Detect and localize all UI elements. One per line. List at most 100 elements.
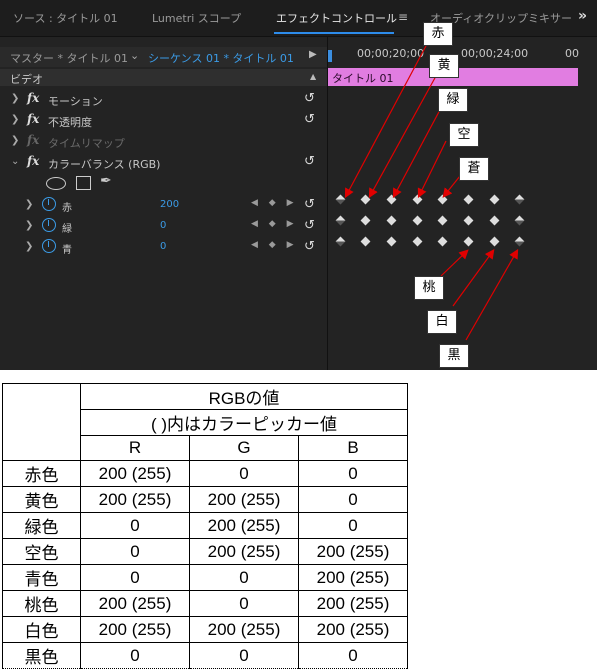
param-row-red[interactable]: ❯ 赤 200 ◀ ◆ ▶ ↺ <box>0 196 327 216</box>
chevron-right-icon[interactable]: ❯ <box>11 135 19 146</box>
tab-lumetri-scopes[interactable]: Lumetri スコープ <box>152 10 241 26</box>
keyframe-diamond[interactable] <box>489 215 500 226</box>
fx-icon[interactable]: fx <box>27 154 39 168</box>
tab-menu-icon[interactable]: ≡ <box>398 10 408 24</box>
column-header-r: R <box>80 435 190 461</box>
table-title: RGBの値 <box>80 383 408 410</box>
keyframe-diamond[interactable] <box>463 215 474 226</box>
keyframe-diamond[interactable] <box>335 236 346 247</box>
cell-value-r: 0 <box>80 512 190 539</box>
keyframe-diamond[interactable] <box>360 194 371 205</box>
stopwatch-icon[interactable] <box>42 218 56 232</box>
effect-row-time-remap[interactable]: ❯ fx タイムリマップ <box>0 132 327 152</box>
keyframe-nav[interactable]: ◀ ◆ ▶ <box>251 219 298 229</box>
column-header-g: G <box>189 435 299 461</box>
param-row-green[interactable]: ❯ 緑 0 ◀ ◆ ▶ ↺ <box>0 217 327 237</box>
tab-source[interactable]: ソース : タイトル 01 <box>13 10 118 26</box>
keyframe-diamond[interactable] <box>335 215 346 226</box>
chevron-down-icon[interactable]: ⌄ <box>130 49 139 62</box>
cell-value-b: 0 <box>298 642 408 669</box>
keyframe-nav[interactable]: ◀ ◆ ▶ <box>251 240 298 250</box>
keyframe-diamond[interactable] <box>360 215 371 226</box>
param-value[interactable]: 0 <box>160 220 166 231</box>
keyframe-diamond[interactable] <box>514 236 525 247</box>
keyframe-diamond[interactable] <box>412 215 423 226</box>
reset-icon[interactable]: ↺ <box>304 154 315 169</box>
chevron-right-icon[interactable]: ❯ <box>25 220 33 231</box>
param-value[interactable]: 0 <box>160 241 166 252</box>
sequence-clip-label[interactable]: シーケンス 01 * タイトル 01 <box>148 50 294 66</box>
callout-sky: 空 <box>449 123 479 147</box>
timeline-ruler[interactable]: 00;00;20;00 00;00;24;00 00 <box>327 40 597 67</box>
keyframe-diamond[interactable] <box>514 194 525 205</box>
pen-mask-icon[interactable]: ✒ <box>100 173 112 189</box>
play-icon[interactable]: ▶ <box>309 49 317 60</box>
chevron-down-icon[interactable]: ⌄ <box>11 156 19 167</box>
param-row-blue[interactable]: ❯ 青 0 ◀ ◆ ▶ ↺ <box>0 238 327 258</box>
reset-icon[interactable]: ↺ <box>304 197 315 212</box>
chevron-right-icon[interactable]: ❯ <box>25 241 33 252</box>
master-clip-label[interactable]: マスター * タイトル 01 <box>10 50 128 66</box>
ellipse-mask-icon[interactable] <box>46 177 66 190</box>
keyframe-diamond[interactable] <box>386 215 397 226</box>
arrow-white <box>452 249 495 307</box>
callout-white: 白 <box>427 310 457 334</box>
callout-aqua: 蒼 <box>459 157 489 181</box>
keyframe-diamond[interactable] <box>463 194 474 205</box>
cell-value-b: 200 (255) <box>298 538 408 565</box>
fx-icon: fx <box>27 133 40 147</box>
chevron-right-icon[interactable]: ❯ <box>11 93 19 104</box>
rgb-values-table: RGBの値 ( )内はカラーピッカー値 R G B 赤色 200 (255) 0 0 黄… <box>2 383 408 669</box>
chevron-right-icon[interactable]: ❯ <box>11 114 19 125</box>
keyframe-diamond[interactable] <box>412 194 423 205</box>
param-name: 緑 <box>62 224 72 235</box>
keyframe-diamond[interactable] <box>437 215 448 226</box>
keyframe-diamond[interactable] <box>437 236 448 247</box>
param-value[interactable]: 200 <box>160 199 179 210</box>
keyframe-diamond[interactable] <box>412 236 423 247</box>
fx-icon[interactable]: fx <box>27 91 39 105</box>
effect-row-opacity[interactable]: ❯ fx 不透明度 ↺ <box>0 111 327 131</box>
cell-value-b: 0 <box>298 486 408 513</box>
keyframe-diamond[interactable] <box>360 236 371 247</box>
row-color-name: 緑色 <box>2 512 81 539</box>
chevron-right-icon[interactable]: ❯ <box>25 199 33 210</box>
arrow-aqua <box>442 175 461 198</box>
keyframe-diamond[interactable] <box>335 194 346 205</box>
timecode-label: 00;00;20;00 <box>357 47 425 60</box>
reset-icon[interactable]: ↺ <box>304 91 315 106</box>
corner-cell <box>2 383 81 410</box>
keyframe-diamond[interactable] <box>386 236 397 247</box>
fx-icon[interactable]: fx <box>27 112 39 126</box>
param-name: 赤 <box>62 203 72 214</box>
cell-value-r: 0 <box>80 538 190 565</box>
rectangle-mask-icon[interactable] <box>76 176 91 190</box>
keyframe-diamond[interactable] <box>514 215 525 226</box>
effect-row-motion[interactable]: ❯ fx モーション ↺ <box>0 90 327 110</box>
keyframe-diamond[interactable] <box>437 194 448 205</box>
cell-value-g: 0 <box>189 564 299 591</box>
keyframe-diamond[interactable] <box>386 194 397 205</box>
callout-black: 黒 <box>439 344 469 368</box>
keyframe-diamond[interactable] <box>463 236 474 247</box>
tab-effect-controls[interactable]: エフェクトコントロール <box>276 10 397 26</box>
stopwatch-icon[interactable] <box>42 197 56 211</box>
param-name: 青 <box>62 245 72 256</box>
cell-value-b: 0 <box>298 512 408 539</box>
keyframe-diamond[interactable] <box>489 236 500 247</box>
panel-overflow-icon[interactable]: » <box>578 8 587 24</box>
cell-value-r: 0 <box>80 564 190 591</box>
keyframe-diamond[interactable] <box>489 194 500 205</box>
reset-icon[interactable]: ↺ <box>304 239 315 254</box>
reset-icon[interactable]: ↺ <box>304 218 315 233</box>
effect-label: モーション <box>48 95 103 108</box>
scroll-up-icon[interactable]: ▲ <box>310 72 316 81</box>
stopwatch-icon[interactable] <box>42 239 56 253</box>
reset-icon[interactable]: ↺ <box>304 112 315 127</box>
effect-label: タイムリマップ <box>48 137 125 150</box>
keyframe-nav[interactable]: ◀ ◆ ▶ <box>251 198 298 208</box>
effect-row-color-balance[interactable]: ⌄ fx カラーバランス (RGB) ↺ <box>0 153 327 173</box>
panel-tab-bar: ソース : タイトル 01 Lumetri スコープ エフェクトコントロール ≡… <box>0 0 597 37</box>
clip-name: タイトル 01 <box>332 72 394 85</box>
cell-value-b: 0 <box>298 460 408 487</box>
